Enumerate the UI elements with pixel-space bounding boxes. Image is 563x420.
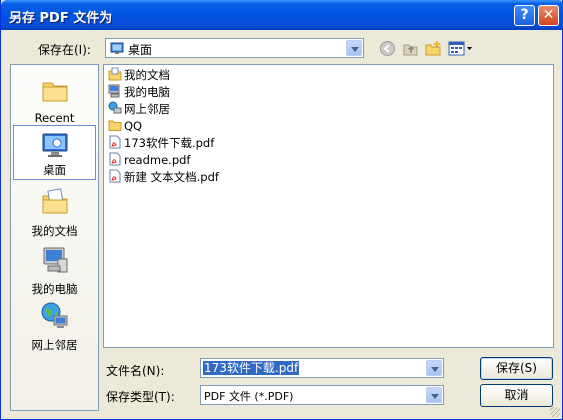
file-item-pdf-3[interactable]: 新建 文本文档.pdf	[108, 169, 219, 186]
file-item-network[interactable]: 网上邻居	[108, 101, 170, 118]
desktop-large-icon	[40, 130, 70, 160]
filename-dropdown-arrow[interactable]	[426, 360, 442, 376]
file-name: readme.pdf	[124, 153, 191, 167]
window-title: 另存 PDF 文件为	[9, 11, 113, 26]
filename-input[interactable]: 173软件下载.pdf	[203, 361, 300, 375]
save-in-dropdown-arrow[interactable]	[346, 40, 362, 56]
file-name: 网上邻居	[124, 102, 170, 116]
place-desktop[interactable]: 桌面	[13, 125, 96, 180]
view-menu-icon[interactable]	[448, 40, 474, 57]
back-icon[interactable]	[379, 40, 396, 57]
resize-grip[interactable]	[550, 407, 560, 417]
file-item-my-computer[interactable]: 我的电脑	[108, 84, 170, 101]
my-computer-large-icon	[40, 245, 70, 275]
pdf-file-icon	[108, 169, 122, 183]
place-my-computer[interactable]: 我的电脑	[13, 245, 96, 297]
pdf-file-icon	[108, 152, 122, 166]
place-my-documents-label: 我的文档	[31, 224, 78, 238]
save-button[interactable]: 保存(S)	[480, 357, 553, 380]
place-network[interactable]: 网上邻居	[13, 301, 96, 353]
place-desktop-label: 桌面	[43, 163, 66, 177]
place-my-documents[interactable]: 我的文档	[13, 187, 96, 239]
recent-folder-icon	[40, 75, 70, 105]
filetype-combo[interactable]: PDF 文件 (*.PDF)	[200, 385, 444, 405]
place-recent[interactable]: Recent	[13, 75, 96, 125]
my-documents-large-icon	[40, 187, 70, 217]
file-name: 我的电脑	[124, 85, 170, 99]
pdf-file-icon	[108, 135, 122, 149]
save-in-combo[interactable]: 桌面	[105, 38, 364, 58]
file-name: 新建 文本文档.pdf	[124, 170, 219, 184]
place-network-label: 网上邻居	[31, 338, 78, 352]
network-icon	[108, 101, 122, 115]
save-in-value: 桌面	[128, 43, 153, 57]
file-name: QQ	[124, 119, 143, 133]
filetype-value: PDF 文件 (*.PDF)	[204, 390, 294, 403]
close-button[interactable]: ✕	[538, 5, 559, 26]
folder-icon	[108, 118, 122, 132]
new-folder-icon[interactable]	[425, 40, 442, 57]
cancel-button[interactable]: 取消	[480, 384, 553, 407]
file-item-pdf-1[interactable]: 173软件下载.pdf	[108, 135, 214, 152]
file-item-pdf-2[interactable]: readme.pdf	[108, 152, 190, 169]
file-item-my-documents[interactable]: 我的文档	[108, 67, 170, 84]
filename-combo[interactable]: 173软件下载.pdf	[200, 358, 444, 378]
save-as-dialog: 另存 PDF 文件为 ? ✕ 保存在(I): 桌面 Recent 桌面 我的文档…	[0, 0, 563, 420]
place-recent-label: Recent	[34, 111, 75, 125]
network-large-icon	[40, 301, 70, 331]
filename-label: 文件名(N):	[106, 364, 165, 378]
my-documents-icon	[108, 67, 122, 81]
file-name: 我的文档	[124, 68, 170, 82]
my-computer-icon	[108, 84, 122, 98]
save-in-label: 保存在(I):	[38, 43, 91, 57]
file-list[interactable]: 我的文档 我的电脑 网上邻居 QQ 173软件下载.pdf readme.pdf…	[103, 64, 554, 348]
help-button[interactable]: ?	[514, 5, 535, 26]
file-item-qq[interactable]: QQ	[108, 118, 142, 135]
up-folder-icon[interactable]	[402, 40, 419, 57]
filetype-dropdown-arrow[interactable]	[426, 387, 442, 403]
filetype-label: 保存类型(T):	[106, 390, 175, 404]
file-name: 173软件下载.pdf	[124, 136, 215, 150]
desktop-icon	[110, 41, 124, 55]
place-my-computer-label: 我的电脑	[31, 282, 78, 296]
places-bar: Recent 桌面 我的文档 我的电脑 网上邻居	[10, 64, 99, 411]
title-bar[interactable]: 另存 PDF 文件为 ? ✕	[1, 0, 563, 30]
